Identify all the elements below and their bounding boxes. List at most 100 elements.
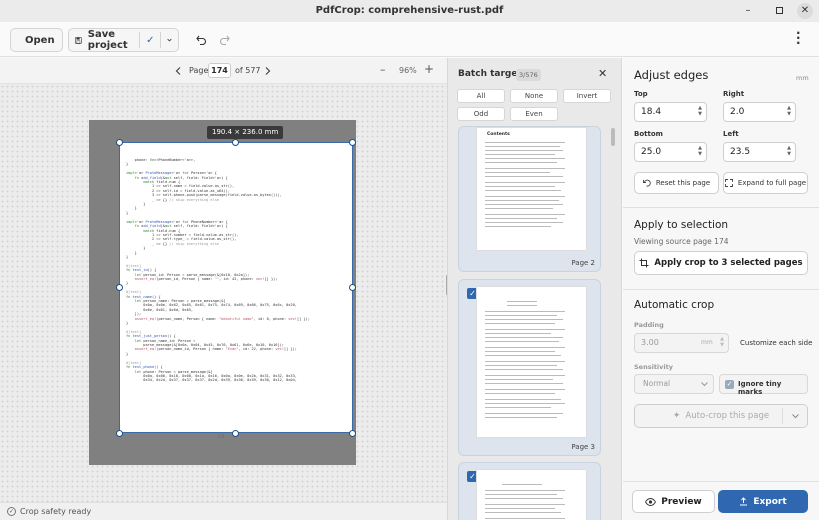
reset-icon [642, 179, 651, 187]
settings-panel: Adjust edges mm Top 18.4 ▲ ▼ Right 2.0 ▲ ▼ B… [623, 58, 819, 520]
apply-subtitle: Viewing source page 174 [634, 237, 729, 246]
chevron-down-icon [701, 382, 708, 387]
open-label: Open [25, 34, 55, 46]
next-page-icon[interactable] [265, 67, 271, 75]
thumbnail-image: Contents [476, 127, 587, 251]
status-text: Crop safety ready [20, 507, 92, 516]
top-value: 18.4 [641, 107, 662, 117]
crop-box[interactable] [119, 142, 353, 433]
padding-value: 3.00 [641, 338, 659, 347]
crop-handle-bottom[interactable] [232, 430, 239, 437]
title-bar: PdfCrop: comprehensive-rust.pdf – ✕ [0, 0, 819, 22]
apply-crop-label: Apply crop to 3 selected pages [654, 258, 803, 268]
chevron-down-icon[interactable] [792, 414, 799, 419]
apply-title: Apply to selection [634, 219, 729, 231]
unit-label: mm [796, 74, 809, 82]
crop-handle-top-right[interactable] [349, 139, 356, 146]
divider [623, 481, 819, 482]
filter-none-button[interactable]: None [510, 89, 558, 103]
expand-label: Expand to full page [737, 179, 807, 187]
crop-handle-bottom-right[interactable] [349, 430, 356, 437]
save-project-button[interactable]: Save project [88, 29, 132, 51]
thumbnail-page-2[interactable]: Contents Page 2 [458, 126, 601, 272]
bottom-input[interactable]: 25.0 ▲ ▼ [634, 142, 707, 162]
page-number-footer: 174 [217, 434, 225, 439]
thumbnail-label: Page 3 [571, 443, 595, 451]
redo-icon[interactable] [219, 35, 230, 45]
right-label: Right [723, 90, 745, 98]
filter-all-button[interactable]: All [457, 89, 505, 103]
padding-input[interactable]: 3.00 mm ▲ ▼ [634, 333, 729, 353]
zoom-in-icon[interactable]: + [424, 62, 434, 76]
zoom-level: 96% [399, 66, 417, 75]
spinner-icon[interactable]: ▲ ▼ [720, 336, 724, 348]
upload-icon [740, 497, 748, 506]
divider [623, 207, 819, 208]
zoom-out-icon[interactable]: – [380, 63, 386, 76]
crop-icon [639, 258, 649, 268]
left-value: 23.5 [730, 147, 751, 157]
open-button[interactable]: Open [10, 28, 63, 52]
crop-handle-right[interactable] [349, 284, 356, 291]
auto-crop-label: Auto-crop this page [685, 411, 770, 421]
apply-crop-button[interactable]: Apply crop to 3 selected pages [634, 251, 808, 275]
reset-page-button[interactable]: Reset this page [634, 172, 719, 194]
adjust-edges-title: Adjust edges [634, 68, 709, 82]
spinner-icon[interactable]: ▲ ▼ [698, 105, 702, 117]
sensitivity-select[interactable]: Normal [634, 374, 714, 394]
previous-page-icon[interactable] [175, 67, 181, 75]
padding-unit: mm [701, 339, 713, 346]
sensitivity-label: Sensitivity [634, 363, 673, 371]
spinner-icon[interactable]: ▲ ▼ [787, 145, 791, 157]
export-button[interactable]: Export [718, 490, 808, 513]
thumbnail-image [476, 286, 587, 438]
page-number-input[interactable]: 174 [208, 63, 231, 78]
spinner-icon[interactable]: ▲ ▼ [698, 145, 702, 157]
chevron-down-icon[interactable] [167, 37, 172, 43]
undo-icon[interactable] [196, 35, 207, 45]
ignore-tiny-marks-label: Ignore tiny marks [738, 380, 782, 396]
expand-full-page-button[interactable]: Expand to full page [723, 172, 808, 194]
filter-invert-button[interactable]: Invert [563, 89, 611, 103]
more-menu-icon[interactable]: · · · [796, 27, 801, 49]
left-label: Left [723, 130, 739, 138]
sparkle-icon: ✦ [672, 411, 681, 421]
crop-handle-top[interactable] [232, 139, 239, 146]
close-batch-icon[interactable]: ✕ [598, 67, 607, 80]
filter-odd-button[interactable]: Odd [457, 107, 505, 121]
crop-handle-bottom-left[interactable] [116, 430, 123, 437]
thumbnail-page-4[interactable]: ✓ [458, 462, 601, 520]
minimize-icon[interactable]: – [740, 3, 756, 19]
auto-crop-button[interactable]: ✦ Auto-crop this page [634, 404, 808, 428]
right-input[interactable]: 2.0 ▲ ▼ [723, 102, 796, 122]
top-input[interactable]: 18.4 ▲ ▼ [634, 102, 707, 122]
top-label: Top [634, 90, 648, 98]
page-label: Page [189, 66, 209, 75]
filter-even-button[interactable]: Even [510, 107, 558, 121]
left-input[interactable]: 23.5 ▲ ▼ [723, 142, 796, 162]
customize-sides-link[interactable]: Customize each side [740, 339, 812, 347]
thumbnail-label: Page 2 [571, 259, 595, 267]
preview-button[interactable]: Preview [632, 490, 715, 513]
automatic-crop-title: Automatic crop [634, 299, 715, 311]
ignore-tiny-marks-toggle[interactable]: ✓ Ignore tiny marks [719, 374, 808, 396]
window-title: PdfCrop: comprehensive-rust.pdf [315, 5, 504, 16]
check-icon[interactable]: ✓ [146, 35, 154, 46]
status-bar: ✓ Crop safety ready [0, 502, 447, 520]
crop-handle-left[interactable] [116, 284, 123, 291]
app-header: Open Save project ✓ · · · [0, 22, 819, 57]
eye-icon [645, 497, 657, 506]
close-window-icon[interactable]: ✕ [797, 3, 813, 19]
checkbox-icon[interactable]: ✓ [725, 380, 734, 389]
spinner-icon[interactable]: ▲ ▼ [787, 105, 791, 117]
maximize-icon[interactable] [771, 3, 787, 19]
thumbnail-page-3[interactable]: ✓ Page 3 [458, 279, 601, 456]
document-toolbar: Page 174 of 577 – 96% + [0, 58, 447, 84]
page-total: of 577 [235, 66, 261, 75]
save-icon [75, 36, 82, 44]
batch-scrollbar[interactable] [611, 128, 615, 146]
crop-handle-top-left[interactable] [116, 139, 123, 146]
preview-label: Preview [661, 496, 702, 507]
batch-count-badge: 3/576 [516, 69, 541, 81]
dimension-tooltip: 190.4 × 236.0 mm [207, 126, 284, 139]
